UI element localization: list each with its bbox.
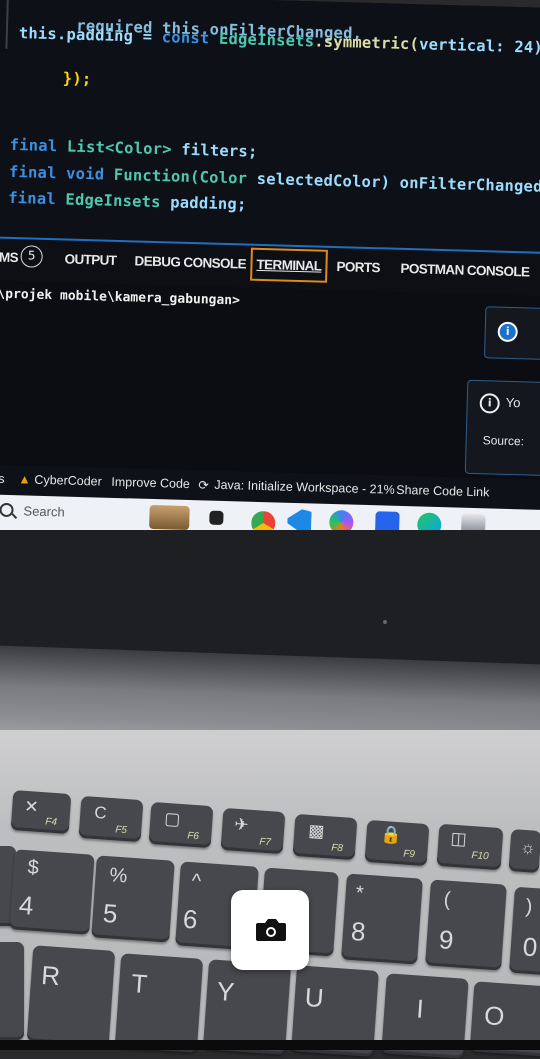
key-8[interactable]: * 8 <box>341 873 423 965</box>
tab-output[interactable]: OUTPUT <box>64 251 116 267</box>
tab-postman-console[interactable]: POSTMAN CONSOLE <box>400 261 529 280</box>
search-icon <box>0 502 14 518</box>
key-5[interactable]: % 5 <box>91 855 175 943</box>
problems-count-badge: 5 <box>20 245 43 268</box>
status-cybercoder[interactable]: CyberCoder <box>34 473 102 489</box>
camera-shutter-button[interactable] <box>231 890 309 970</box>
camera-icon <box>256 919 286 941</box>
code-editor: required this.onFilterChanged, this.padd… <box>0 0 540 257</box>
key-f9[interactable]: 🔒 F9 <box>364 819 430 867</box>
key-r[interactable]: R <box>26 945 116 1047</box>
key-0[interactable]: ) 0 <box>509 886 540 976</box>
notification-source: Source: <box>482 433 525 449</box>
key-4[interactable]: $ 4 <box>9 849 95 935</box>
terminal-prompt: :\projek mobile\kamera_gabungan> <box>0 286 241 309</box>
status-logs[interactable]: ogs <box>0 471 5 486</box>
laptop-screen: required this.onFilterChanged, this.padd… <box>0 0 540 569</box>
key-9[interactable]: ( 9 <box>425 879 507 971</box>
info-icon: i <box>497 321 518 343</box>
notification-toast-1[interactable]: i <box>483 306 540 361</box>
tab-terminal[interactable]: TERMINAL <box>250 247 328 283</box>
notification-text: Yo <box>505 394 521 411</box>
key-f6[interactable]: ▢ F6 <box>148 801 214 849</box>
bottom-strip <box>0 1040 540 1050</box>
task-view-icon[interactable] <box>209 510 224 525</box>
key-f8[interactable]: ▩ F8 <box>292 813 358 861</box>
status-share-code[interactable]: Share Code Link <box>396 483 489 500</box>
code-line-6: final EdgeInsets padding; <box>8 188 247 214</box>
key-f5[interactable]: C F5 <box>78 795 144 843</box>
webcam-dot <box>383 620 387 624</box>
widgets-icon[interactable] <box>149 504 190 531</box>
code-line-3: }); <box>62 69 92 89</box>
key-f4[interactable]: ✕ F4 <box>10 790 72 834</box>
status-improve-code[interactable]: Improve Code <box>111 475 190 491</box>
key-t[interactable]: T <box>114 953 204 1053</box>
key-f10[interactable]: ◫ F10 <box>436 823 504 871</box>
info-icon: i <box>479 393 500 414</box>
key-brightness[interactable]: ☼ <box>508 829 540 873</box>
key-f7[interactable]: ✈ F7 <box>220 807 286 855</box>
tab-ports[interactable]: PORTS <box>336 259 380 275</box>
indent-guide <box>5 0 9 49</box>
tab-problems[interactable]: EMS <box>0 249 18 265</box>
sync-icon: ⟳ <box>198 478 209 493</box>
tab-debug-console[interactable]: DEBUG CONSOLE <box>134 253 246 271</box>
notification-toast-2[interactable]: i Yo Source: <box>464 379 540 477</box>
status-java-workspace[interactable]: Java: Initialize Workspace - 21% <box>214 478 395 497</box>
key-e[interactable] <box>0 942 24 1040</box>
taskbar-search[interactable]: Search <box>0 499 146 529</box>
code-line-4: final List<Color> filters; <box>9 135 258 161</box>
cybercoder-icon: ▲ <box>18 472 31 487</box>
terminal-panel[interactable]: :\projek mobile\kamera_gabungan> i i Yo … <box>0 281 540 479</box>
